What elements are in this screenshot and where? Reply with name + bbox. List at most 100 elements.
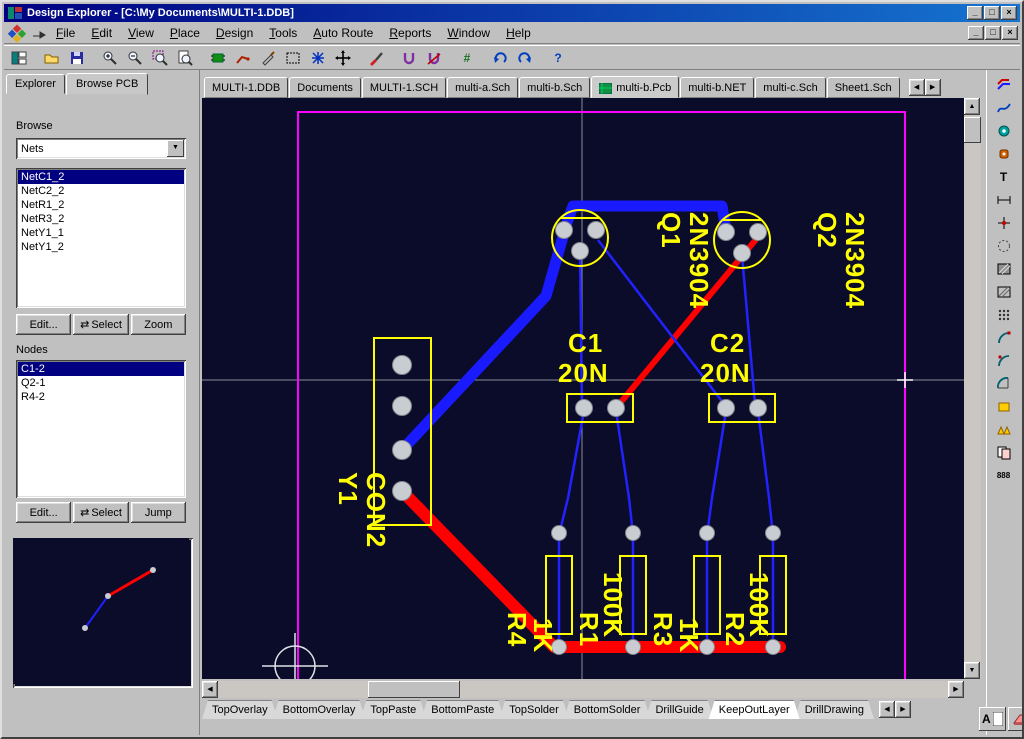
- paste-special-button[interactable]: [991, 442, 1017, 463]
- net-edit-button[interactable]: Edit...: [16, 314, 71, 335]
- pcb-editor-canvas[interactable]: Q1 2N3904 Q2 2N3904 C1 20N C2 20N Y1 CON…: [202, 98, 964, 679]
- layer-tabs-scroll-right-button[interactable]: ▶: [895, 701, 911, 718]
- place-polygon-plane-button[interactable]: [991, 281, 1017, 302]
- net-list-item[interactable]: NetY1_1: [18, 226, 184, 240]
- scroll-right-button[interactable]: ▶: [948, 681, 964, 698]
- doc-tab-multic[interactable]: multi-c.Sch: [755, 77, 825, 98]
- minimize-button[interactable]: _: [967, 6, 983, 20]
- node-list-item[interactable]: C1-2: [18, 362, 184, 376]
- redo-button[interactable]: [513, 47, 537, 69]
- node-list-item[interactable]: Q2-1: [18, 376, 184, 390]
- eraser-button[interactable]: [1008, 707, 1024, 731]
- layer-tab-bottomoverlay[interactable]: BottomOverlay: [273, 700, 366, 719]
- menu-view[interactable]: View: [120, 23, 162, 43]
- doc-tab-documents[interactable]: Documents: [289, 77, 361, 98]
- doc-tab-sheet1[interactable]: Sheet1.Sch: [827, 77, 900, 98]
- menu-autoroute[interactable]: Auto Route: [305, 23, 381, 43]
- nets-listbox[interactable]: NetC1_2 NetC2_2 NetR1_2 NetR3_2 NetY1_1 …: [16, 168, 186, 308]
- nodes-listbox[interactable]: C1-2 Q2-1 R4-2: [16, 360, 186, 498]
- net-list-item[interactable]: NetC2_2: [18, 184, 184, 198]
- tab-explorer[interactable]: Explorer: [6, 74, 65, 94]
- node-jump-button[interactable]: Jump: [131, 502, 186, 523]
- highlight-net-button[interactable]: [306, 47, 330, 69]
- menu-file[interactable]: File: [48, 23, 83, 43]
- menu-place[interactable]: Place: [162, 23, 208, 43]
- netlist-clear-button[interactable]: [422, 47, 446, 69]
- scroll-down-button[interactable]: ▼: [964, 662, 980, 679]
- vertical-scroll-thumb[interactable]: [964, 117, 981, 143]
- title-bar[interactable]: Design Explorer - [C:\My Documents\MULTI…: [4, 4, 1020, 22]
- netlist-load-button[interactable]: [397, 47, 421, 69]
- combo-arrow-icon[interactable]: ▼: [167, 140, 184, 157]
- net-zoom-button[interactable]: Zoom: [131, 314, 186, 335]
- paste-array-grid-button[interactable]: [991, 304, 1017, 325]
- annotation-toggle-button[interactable]: A: [979, 707, 1006, 731]
- doc-tabs-scroll-left-button[interactable]: ◀: [909, 79, 925, 96]
- place-room-button[interactable]: [991, 235, 1017, 256]
- doc-tab-multib-sch[interactable]: multi-b.Sch: [519, 77, 590, 98]
- net-list-item[interactable]: NetR1_2: [18, 198, 184, 212]
- open-document-button[interactable]: [40, 47, 64, 69]
- place-fill-button[interactable]: [991, 396, 1017, 417]
- scroll-left-button[interactable]: ◀: [202, 681, 218, 698]
- wire-tool-button[interactable]: [231, 47, 255, 69]
- tab-browse-pcb[interactable]: Browse PCB: [66, 73, 148, 95]
- layer-tab-drillguide[interactable]: DrillGuide: [645, 700, 713, 719]
- doc-tab-multi1ddb[interactable]: MULTI-1.DDB: [204, 77, 288, 98]
- net-list-item[interactable]: NetY1_2: [18, 240, 184, 254]
- horizontal-scroll-thumb[interactable]: [368, 681, 460, 698]
- net-select-button[interactable]: ⇄Select: [73, 314, 128, 335]
- net-preview-pane[interactable]: [13, 538, 193, 688]
- place-via-button[interactable]: [991, 120, 1017, 141]
- menu-tools[interactable]: Tools: [261, 23, 305, 43]
- drc-markers-button[interactable]: [364, 47, 388, 69]
- zoom-in-button[interactable]: [98, 47, 122, 69]
- place-fill-hatched-button[interactable]: [991, 258, 1017, 279]
- place-string-button[interactable]: T: [991, 166, 1017, 187]
- menu-edit[interactable]: Edit: [83, 23, 120, 43]
- net-list-item[interactable]: NetC1_2: [18, 170, 184, 184]
- help-button[interactable]: ?: [546, 47, 570, 69]
- net-list-item[interactable]: NetR3_2: [18, 212, 184, 226]
- select-area-button[interactable]: [281, 47, 305, 69]
- grid-toggle-button[interactable]: #: [455, 47, 479, 69]
- menu-arrow-icon[interactable]: [30, 25, 48, 41]
- close-button[interactable]: ×: [1001, 6, 1017, 20]
- arc-center-button[interactable]: [991, 350, 1017, 371]
- layer-tabs-scroll-left-button[interactable]: ◀: [879, 701, 895, 718]
- child-close-button[interactable]: ×: [1002, 26, 1018, 40]
- node-edit-button[interactable]: Edit...: [16, 502, 71, 523]
- zoom-all-button[interactable]: [173, 47, 197, 69]
- design-manager-button[interactable]: [7, 47, 31, 69]
- child-minimize-button[interactable]: _: [968, 26, 984, 40]
- polygon-pour-button[interactable]: [991, 419, 1017, 440]
- doc-tab-multib-pcb[interactable]: multi-b.Pcb: [591, 76, 679, 98]
- place-coordinate-button[interactable]: [991, 212, 1017, 233]
- knife-tool-button[interactable]: [256, 47, 280, 69]
- doc-tab-multib-net[interactable]: multi-b.NET: [680, 77, 754, 98]
- doc-tab-multia[interactable]: multi-a.Sch: [447, 77, 518, 98]
- layer-tab-toppaste[interactable]: TopPaste: [360, 700, 426, 719]
- place-pad-button[interactable]: [991, 143, 1017, 164]
- layer-tab-drilldrawing[interactable]: DrillDrawing: [795, 700, 874, 719]
- zoom-out-button[interactable]: [123, 47, 147, 69]
- place-component-button[interactable]: [206, 47, 230, 69]
- horizontal-scrollbar[interactable]: ◀ ▶: [202, 681, 964, 698]
- doc-tabs-scroll-right-button[interactable]: ▶: [925, 79, 941, 96]
- layer-tab-keepoutlayer[interactable]: KeepOutLayer: [709, 700, 800, 719]
- child-restore-button[interactable]: □: [985, 26, 1001, 40]
- interactive-route-button[interactable]: [991, 74, 1017, 95]
- maximize-button[interactable]: □: [984, 6, 1000, 20]
- doc-tab-multi1sch[interactable]: MULTI-1.SCH: [362, 77, 446, 98]
- undo-button[interactable]: [488, 47, 512, 69]
- node-select-button[interactable]: ⇄Select: [73, 502, 128, 523]
- vertical-scrollbar[interactable]: ▲ ▼: [964, 98, 981, 679]
- arc-angle-button[interactable]: [991, 373, 1017, 394]
- layer-tab-bottompaste[interactable]: BottomPaste: [421, 700, 504, 719]
- menu-design[interactable]: Design: [208, 23, 261, 43]
- arc-edge-button[interactable]: [991, 327, 1017, 348]
- node-list-item[interactable]: R4-2: [18, 390, 184, 404]
- layer-tab-bottomsolder[interactable]: BottomSolder: [564, 700, 651, 719]
- layer-tab-topsolder[interactable]: TopSolder: [499, 700, 569, 719]
- save-document-button[interactable]: [65, 47, 89, 69]
